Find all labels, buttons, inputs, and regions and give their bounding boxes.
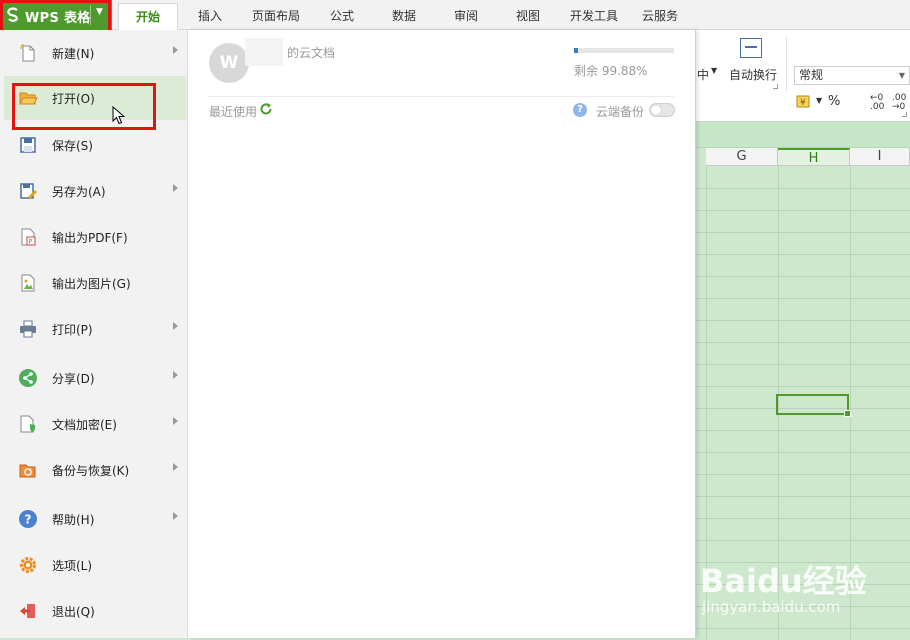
new-file-icon: [20, 44, 35, 62]
number-format-select[interactable]: 常规 ▼: [794, 66, 910, 85]
cloud-docs-link[interactable]: 的云文档: [287, 44, 335, 61]
menu-item-label: 保存(S): [52, 139, 93, 153]
menu-item-label: 退出(Q): [52, 605, 95, 619]
menu-item-save-as[interactable]: 另存为(A): [4, 169, 186, 213]
dropdown-arrow-icon[interactable]: ▼: [711, 66, 717, 75]
menu-item-share[interactable]: 分享(D): [4, 356, 186, 400]
submenu-arrow-icon: [173, 463, 178, 471]
menu-item-exit[interactable]: 退出(Q): [4, 589, 186, 633]
wps-s-logo-icon: [7, 7, 18, 22]
cloud-backup-toggle[interactable]: [649, 103, 675, 117]
menu-item-label: 帮助(H): [52, 513, 95, 527]
grid-line: [706, 166, 707, 640]
menu-item-help[interactable]: ? 帮助(H): [4, 497, 186, 541]
percent-button[interactable]: %: [828, 94, 840, 109]
dialog-launcher-icon[interactable]: [902, 112, 907, 117]
save-icon: [20, 137, 36, 153]
recent-files-label: 最近使用: [209, 105, 258, 119]
menu-item-save[interactable]: 保存(S): [4, 123, 186, 167]
save-as-icon: [20, 183, 37, 199]
menu-item-label: 选项(L): [52, 559, 93, 573]
menu-item-label: 分享(D): [52, 372, 95, 386]
tab-bar: WPS 表格 ▼ 开始 插入 页面布局 公式 数据 审阅 视图 开发工具 云服务: [0, 0, 910, 33]
menu-item-label: 打开(O): [52, 92, 95, 106]
open-folder-icon: [19, 92, 38, 105]
menu-item-label: 新建(N): [52, 47, 95, 61]
wrap-text-button[interactable]: 自动换行: [729, 66, 777, 83]
cloud-backup-label: 云端备份: [596, 105, 645, 119]
column-header-g[interactable]: G: [706, 148, 778, 166]
tab-review[interactable]: 审阅: [454, 7, 478, 24]
settings-icon: [20, 557, 36, 573]
tab-formulas[interactable]: 公式: [330, 7, 354, 24]
print-icon: [20, 320, 36, 338]
menu-item-encrypt[interactable]: 文档加密(E): [4, 402, 186, 446]
menu-item-label: 文档加密(E): [52, 418, 117, 432]
tab-data[interactable]: 数据: [392, 7, 416, 24]
backstage-panel: 的云文档 剩余 99.88% 最近使用 ? 云端备份: [188, 30, 696, 638]
app-name: WPS 表格: [25, 11, 91, 26]
help-icon[interactable]: ?: [573, 103, 587, 117]
app-menu-button[interactable]: WPS 表格 ▼: [0, 0, 112, 30]
svg-text:?: ?: [25, 513, 32, 527]
pdf-icon: P: [21, 228, 36, 246]
storage-progress-fill: [574, 48, 578, 53]
menu-item-options[interactable]: 选项(L): [4, 543, 186, 587]
image-export-icon: [21, 274, 35, 292]
menu-item-open[interactable]: 打开(O): [4, 76, 186, 120]
menu-item-label: 打印(P): [52, 323, 93, 337]
menu-item-print[interactable]: 打印(P): [4, 307, 186, 351]
menu-item-label: 输出为图片(G): [52, 277, 131, 291]
backup-restore-icon: [19, 464, 36, 478]
wrap-text-icon[interactable]: [740, 38, 762, 58]
svg-text:¥: ¥: [800, 98, 806, 108]
menu-item-export-pdf[interactable]: P 输出为PDF(F): [4, 215, 186, 259]
encrypt-icon: [20, 415, 35, 433]
refresh-icon[interactable]: [259, 102, 273, 116]
share-icon: [19, 369, 37, 387]
active-cell[interactable]: [776, 394, 851, 417]
avatar[interactable]: [209, 43, 249, 83]
increase-decimal-button[interactable]: ←0 .00: [870, 94, 888, 112]
svg-text:P: P: [29, 239, 33, 246]
chevron-down-icon: ▼: [898, 71, 905, 80]
column-header-i[interactable]: I: [850, 148, 910, 166]
divider: [208, 96, 674, 97]
exit-icon: [20, 604, 35, 618]
menu-item-label: 另存为(A): [52, 185, 106, 199]
tab-view[interactable]: 视图: [516, 7, 540, 24]
menu-item-label: 输出为PDF(F): [52, 231, 128, 245]
grid-line: [850, 166, 851, 640]
menu-item-new[interactable]: 新建(N): [4, 31, 186, 75]
submenu-arrow-icon: [173, 512, 178, 520]
tab-insert[interactable]: 插入: [198, 7, 222, 24]
dialog-launcher-icon[interactable]: [773, 84, 778, 89]
username-blurred: [245, 38, 283, 66]
app-button-divider: [90, 5, 91, 25]
tab-cloud-service[interactable]: 云服务: [642, 7, 678, 24]
storage-progress-bar: [574, 48, 674, 53]
tab-start[interactable]: 开始: [118, 3, 178, 31]
tab-developer[interactable]: 开发工具: [570, 7, 618, 24]
decrease-decimal-button[interactable]: .00 →0: [892, 94, 910, 112]
submenu-arrow-icon: [173, 417, 178, 425]
currency-format-icon[interactable]: ¥: [796, 94, 814, 110]
column-header-h[interactable]: H: [778, 148, 850, 166]
submenu-arrow-icon: [173, 371, 178, 379]
submenu-arrow-icon: [173, 322, 178, 330]
caret-down-icon[interactable]: ▼: [96, 7, 103, 17]
submenu-arrow-icon: [173, 184, 178, 192]
tab-page-layout[interactable]: 页面布局: [252, 7, 300, 24]
number-format-value: 常规: [799, 68, 824, 82]
help-icon: ?: [19, 510, 37, 528]
ribbon-separator: [786, 36, 787, 92]
menu-item-backup-restore[interactable]: 备份与恢复(K): [4, 448, 186, 492]
menu-item-label: 备份与恢复(K): [52, 464, 130, 478]
submenu-arrow-icon: [173, 46, 178, 54]
align-center-button[interactable]: 中: [697, 66, 709, 83]
file-menu: 新建(N) 打开(O) 保存(S) 另存为(A) P 输出为PDF(F) 输出为…: [0, 30, 188, 638]
dropdown-arrow-icon[interactable]: ▼: [816, 96, 822, 105]
menu-item-export-image[interactable]: 输出为图片(G): [4, 261, 186, 305]
storage-remaining-text: 剩余 99.88%: [574, 64, 648, 78]
